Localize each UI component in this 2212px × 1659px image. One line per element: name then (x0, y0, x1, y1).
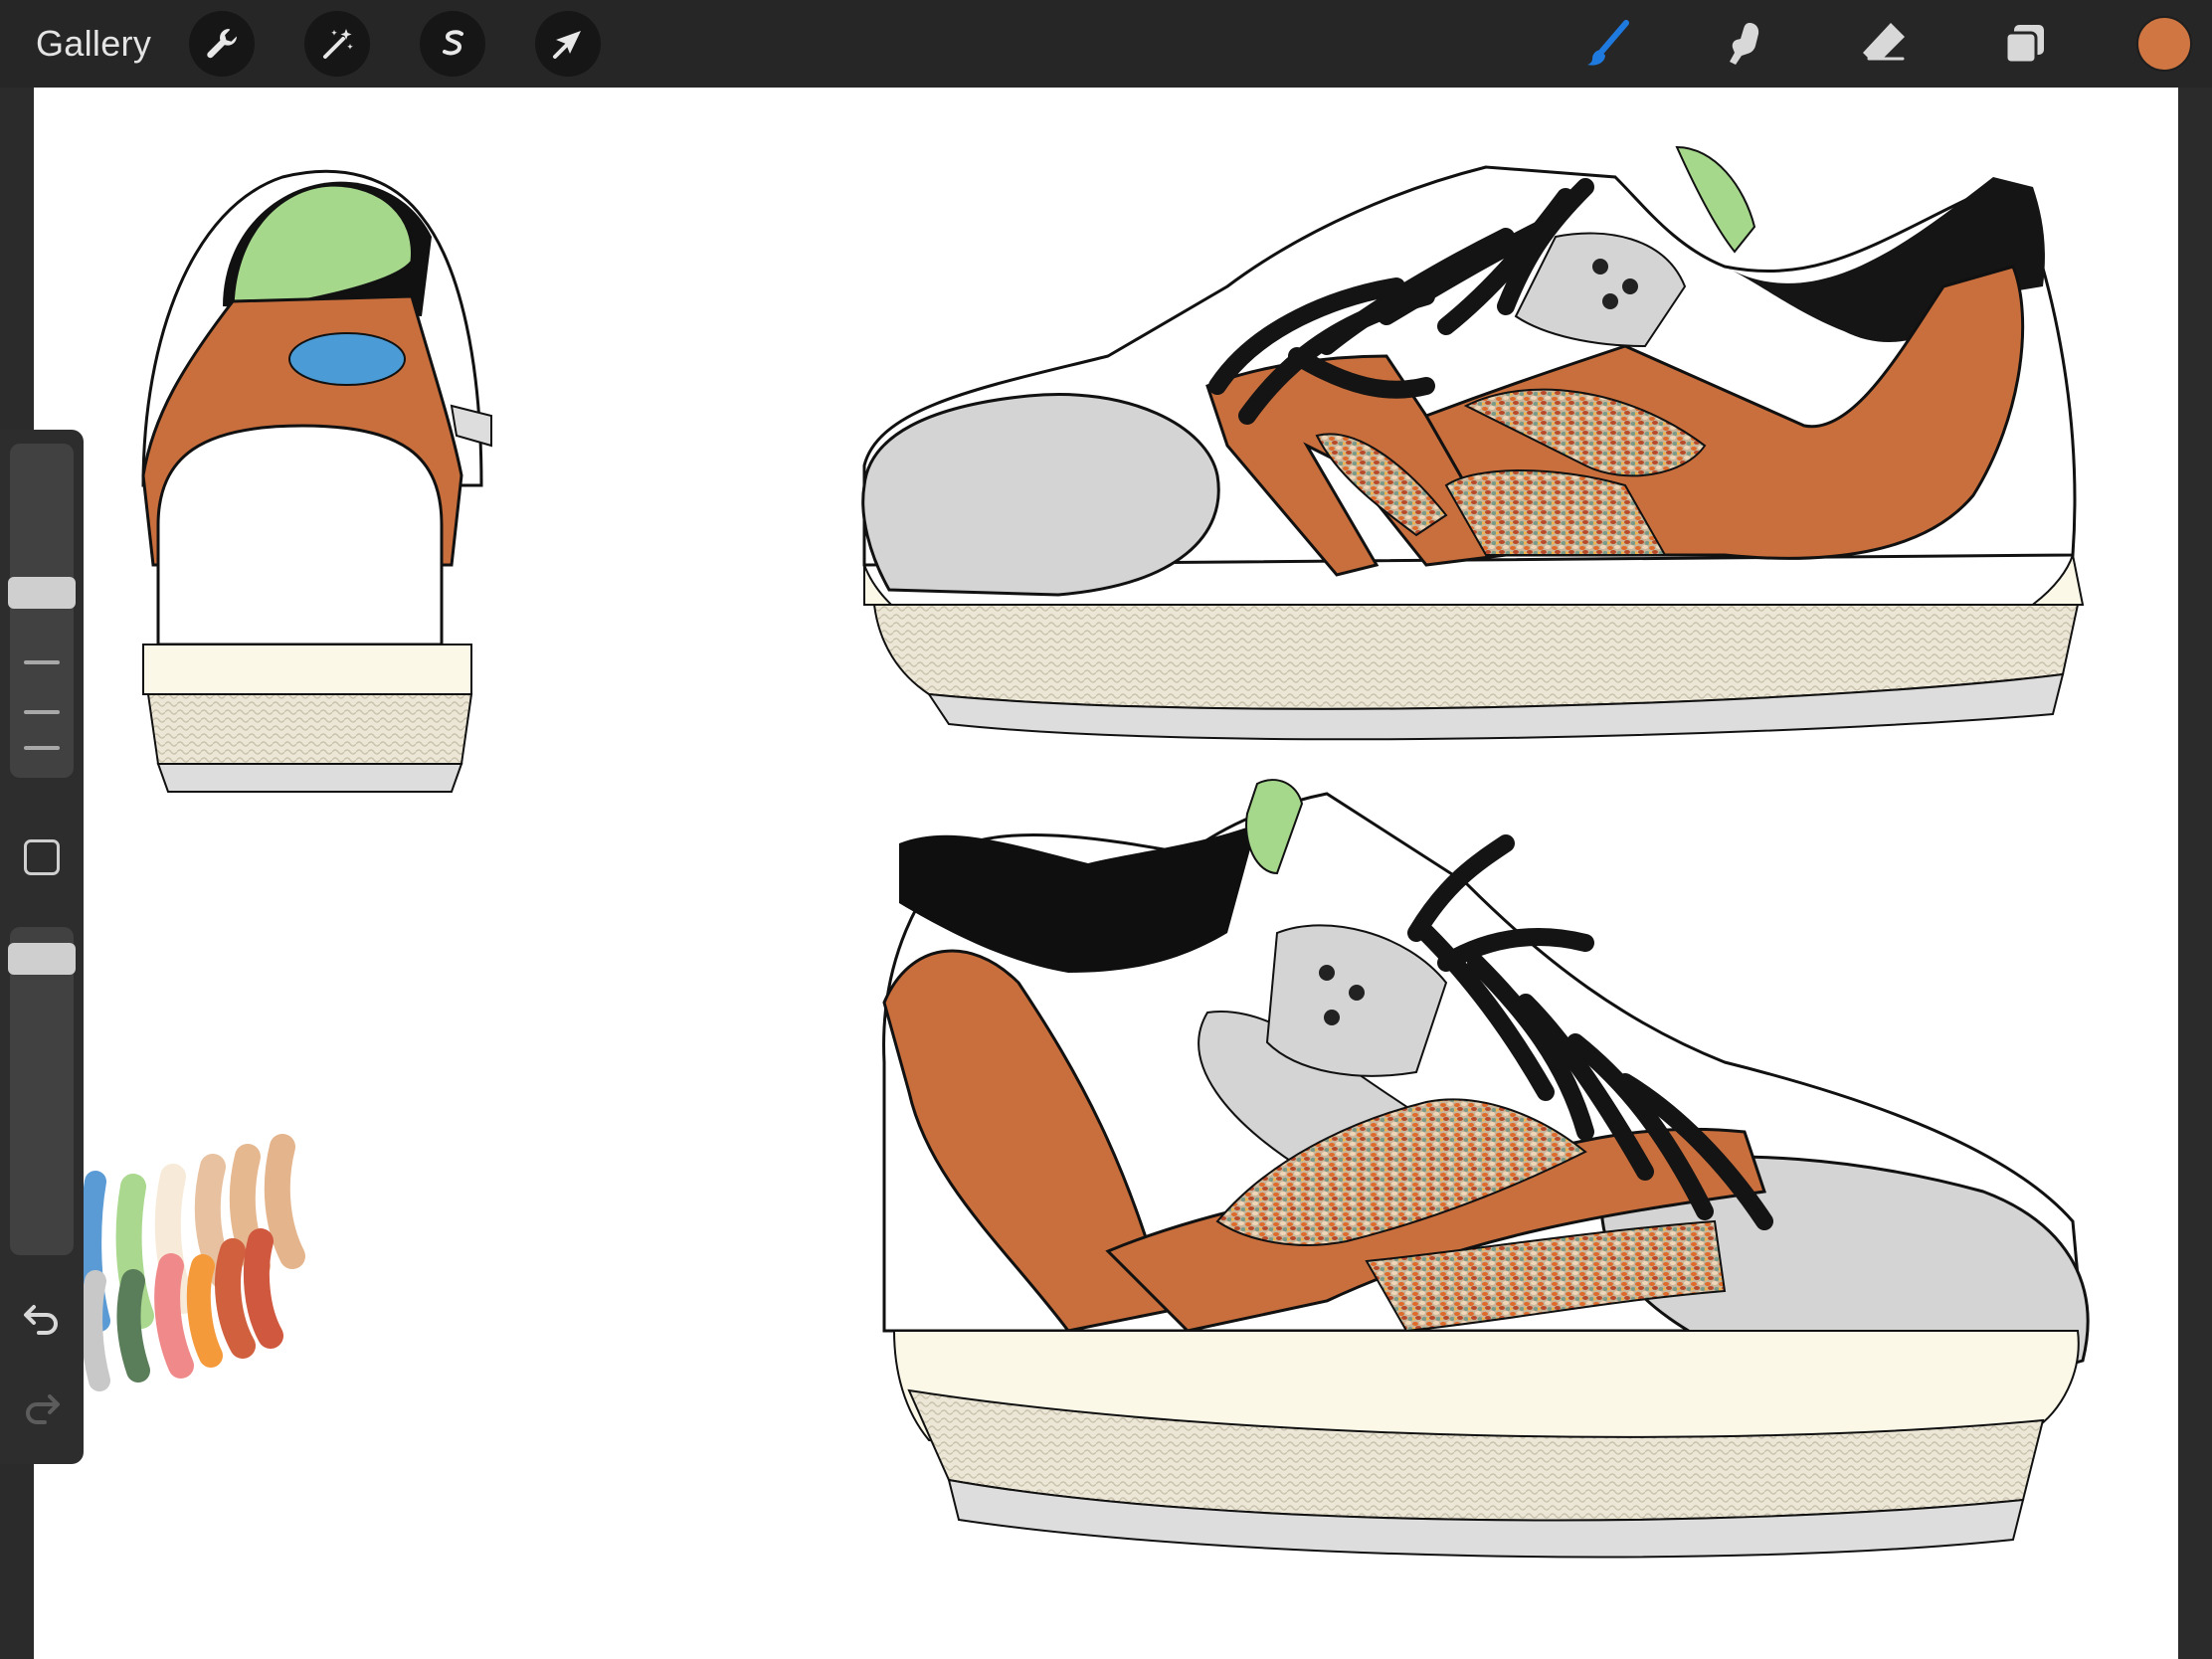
gallery-button[interactable]: Gallery (36, 20, 151, 68)
sneaker-side-view-right (861, 145, 2085, 741)
transform-button[interactable] (535, 11, 601, 77)
magic-wand-icon (323, 29, 353, 59)
eraser-tool-button[interactable] (1852, 12, 1916, 76)
color-palette-swatches (80, 1134, 305, 1391)
size-tick (24, 660, 60, 664)
adjustments-button[interactable] (304, 11, 370, 77)
brush-opacity-slider[interactable] (10, 927, 74, 1255)
brush-icon (1587, 20, 1629, 66)
selection-s-icon (443, 30, 463, 56)
redo-arrow-icon (26, 1394, 60, 1424)
layers-button[interactable] (1993, 12, 2057, 76)
sneaker-artwork (80, 145, 2090, 1559)
drawing-canvas[interactable] (34, 88, 2178, 1659)
selection-button[interactable] (420, 11, 485, 77)
brush-size-slider-knob[interactable] (8, 577, 76, 609)
smudge-finger-icon (1730, 23, 1759, 65)
layers-icon (2004, 25, 2044, 65)
brush-opacity-slider-knob[interactable] (8, 943, 76, 975)
size-tick (24, 746, 60, 750)
wrench-icon (207, 29, 238, 59)
brush-tool-button[interactable] (1577, 12, 1641, 76)
top-toolbar: Gallery (0, 0, 2212, 88)
sneaker-back-view (141, 169, 492, 793)
procreate-app: Gallery (0, 0, 2212, 1659)
smudge-tool-button[interactable] (1715, 12, 1778, 76)
sneaker-side-view-left (882, 779, 2090, 1559)
size-tick (24, 710, 60, 714)
undo-arrow-icon (24, 1305, 58, 1335)
eraser-icon (1863, 23, 1905, 61)
brush-size-slider[interactable] (10, 444, 74, 778)
left-sidebar (0, 430, 84, 1464)
actions-button[interactable] (189, 11, 255, 77)
undo-button[interactable] (20, 1295, 64, 1339)
modify-button[interactable] (24, 839, 60, 875)
arrow-cursor-icon (553, 31, 581, 59)
redo-button[interactable] (20, 1384, 64, 1428)
color-picker-button[interactable] (2136, 16, 2192, 72)
